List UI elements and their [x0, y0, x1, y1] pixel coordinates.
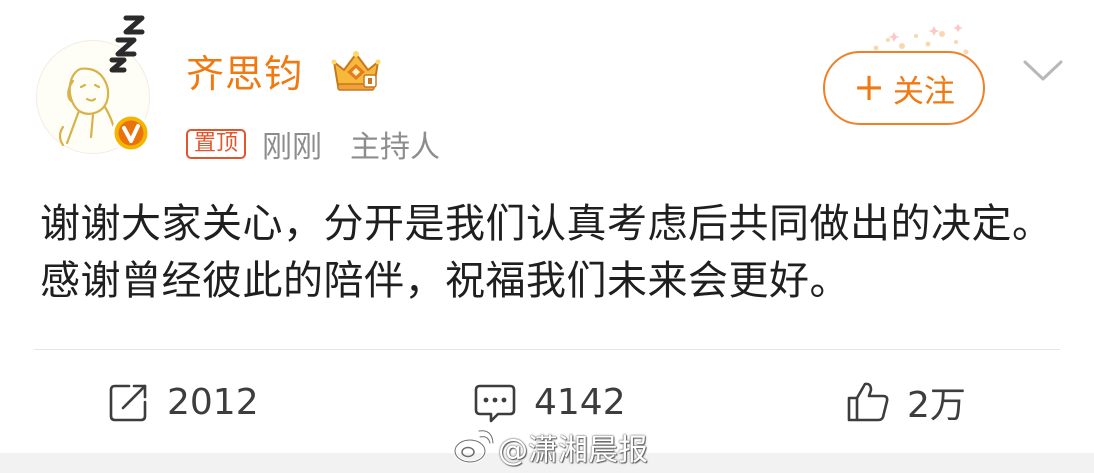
crown-icon[interactable] [330, 48, 382, 94]
post-time: 刚刚 [262, 130, 323, 165]
post-text: 谢谢大家关心，分开是我们认真考虑后共同做出的决定。感谢曾经彼此的陪伴，祝福我们未… [40, 201, 1053, 304]
plus-icon: + [853, 64, 885, 109]
watermark: @潇湘晨报 [452, 424, 648, 470]
like-count: 2万 [907, 385, 966, 426]
comment-icon [474, 384, 516, 423]
post-meta: 置顶 刚刚 主持人 [186, 122, 468, 166]
user-role: 主持人 [350, 130, 441, 165]
weibo-post-card: 齐思钧 置顶 刚刚 主持人 + 关注 谢谢大家关心，分开是我们认真考虑后共同做出… [0, 0, 1094, 473]
username[interactable]: 齐思钧 [186, 44, 303, 104]
pinned-badge: 置顶 [186, 129, 247, 159]
comment-button[interactable]: 4142 [472, 376, 626, 428]
like-button[interactable]: 2万 [845, 376, 966, 428]
verified-icon [111, 113, 151, 153]
like-icon [847, 382, 889, 422]
follow-button[interactable]: + 关注 [823, 51, 985, 125]
chevron-down-icon[interactable] [1022, 58, 1064, 84]
watermark-text: @潇湘晨报 [498, 433, 648, 468]
weibo-logo-icon [453, 429, 494, 464]
follow-label: 关注 [892, 73, 955, 110]
comment-count: 4142 [534, 381, 626, 423]
zzz-decoration [109, 15, 145, 73]
repost-icon [109, 384, 147, 422]
divider [34, 349, 1060, 350]
repost-count: 2012 [167, 381, 259, 423]
repost-button[interactable]: 2012 [107, 376, 259, 428]
